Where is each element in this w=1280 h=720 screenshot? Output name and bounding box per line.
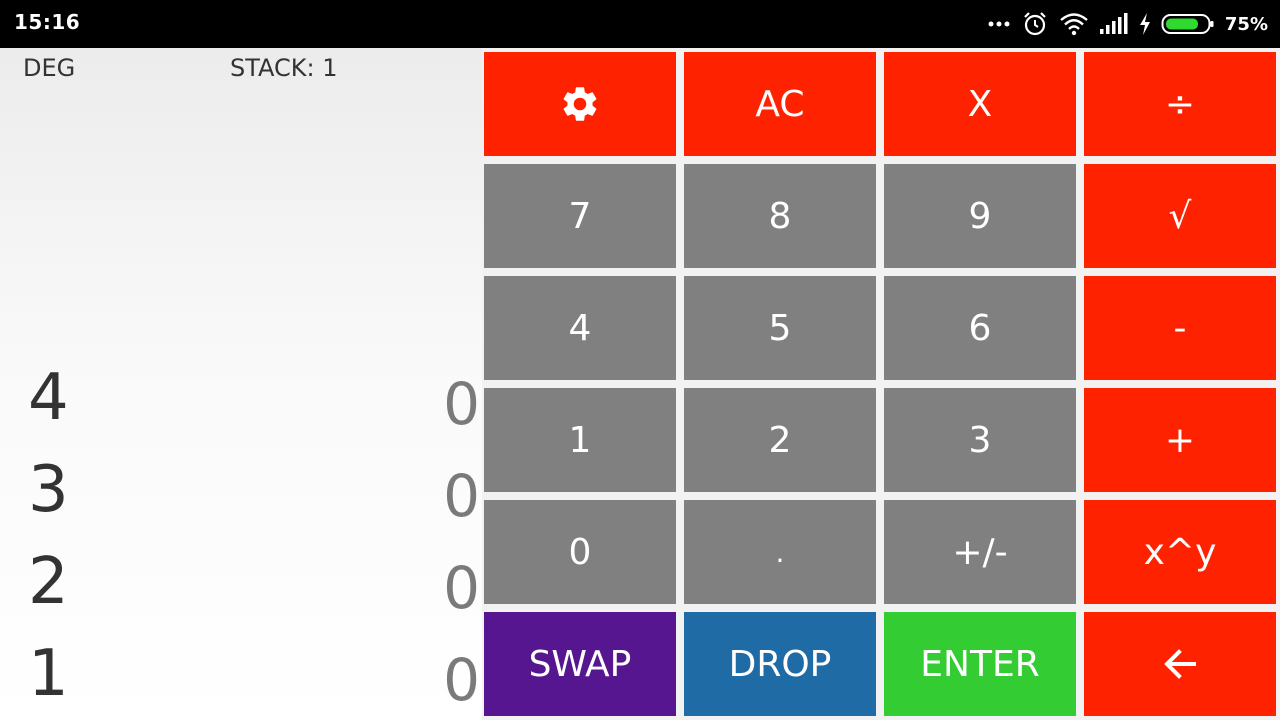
digit-2-button[interactable]: 2 <box>684 388 876 492</box>
stack-count-label: STACK: 1 <box>230 54 338 82</box>
square-root-button[interactable]: √ <box>1084 164 1276 268</box>
arrow-left-icon <box>1164 649 1196 679</box>
angle-mode-label[interactable]: DEG <box>23 54 75 82</box>
stack-value: 0 <box>443 646 480 714</box>
digit-9-button[interactable]: 9 <box>884 164 1076 268</box>
settings-button[interactable] <box>484 52 676 156</box>
stack-row: 3 0 <box>0 444 482 536</box>
stack-value: 0 <box>443 554 480 622</box>
battery-icon <box>1161 14 1214 34</box>
more-dots-icon <box>988 21 1010 27</box>
stack-row: 4 0 <box>0 352 482 444</box>
charging-icon <box>1139 13 1150 35</box>
all-clear-button[interactable]: AC <box>684 52 876 156</box>
multiply-button[interactable]: X <box>884 52 1076 156</box>
stack-display: DEG STACK: 1 4 0 3 0 2 0 1 0 <box>0 48 482 720</box>
stack-value: 0 <box>443 370 480 438</box>
plus-button[interactable]: + <box>1084 388 1276 492</box>
alarm-icon <box>1024 12 1046 36</box>
stack-row: 2 0 <box>0 536 482 628</box>
digit-1-button[interactable]: 1 <box>484 388 676 492</box>
stack-value: 0 <box>443 462 480 530</box>
status-icons: 75% <box>987 8 1268 40</box>
gear-icon <box>563 87 597 121</box>
negate-button[interactable]: +/- <box>884 500 1076 604</box>
status-bar: 15:16 75% <box>0 0 1280 48</box>
status-time: 15:16 <box>14 10 81 34</box>
swap-button[interactable]: SWAP <box>484 612 676 716</box>
backspace-button[interactable] <box>1084 612 1276 716</box>
battery-percent: 75% <box>1224 13 1268 35</box>
digit-6-button[interactable]: 6 <box>884 276 1076 380</box>
stack-row: 1 0 <box>0 628 482 720</box>
digit-5-button[interactable]: 5 <box>684 276 876 380</box>
wifi-icon <box>1060 13 1088 36</box>
digit-8-button[interactable]: 8 <box>684 164 876 268</box>
stack-index: 4 <box>28 361 69 435</box>
stack-index: 1 <box>28 637 69 711</box>
digit-4-button[interactable]: 4 <box>484 276 676 380</box>
digit-7-button[interactable]: 7 <box>484 164 676 268</box>
stack-index: 3 <box>28 453 69 527</box>
decimal-point-button[interactable]: . <box>684 500 876 604</box>
divide-button[interactable]: ÷ <box>1084 52 1276 156</box>
digit-3-button[interactable]: 3 <box>884 388 1076 492</box>
stack-index: 2 <box>28 545 69 619</box>
enter-button[interactable]: ENTER <box>884 612 1076 716</box>
signal-icon <box>1099 13 1128 34</box>
minus-button[interactable]: - <box>1084 276 1276 380</box>
power-button[interactable]: x^y <box>1084 500 1276 604</box>
digit-0-button[interactable]: 0 <box>484 500 676 604</box>
drop-button[interactable]: DROP <box>684 612 876 716</box>
